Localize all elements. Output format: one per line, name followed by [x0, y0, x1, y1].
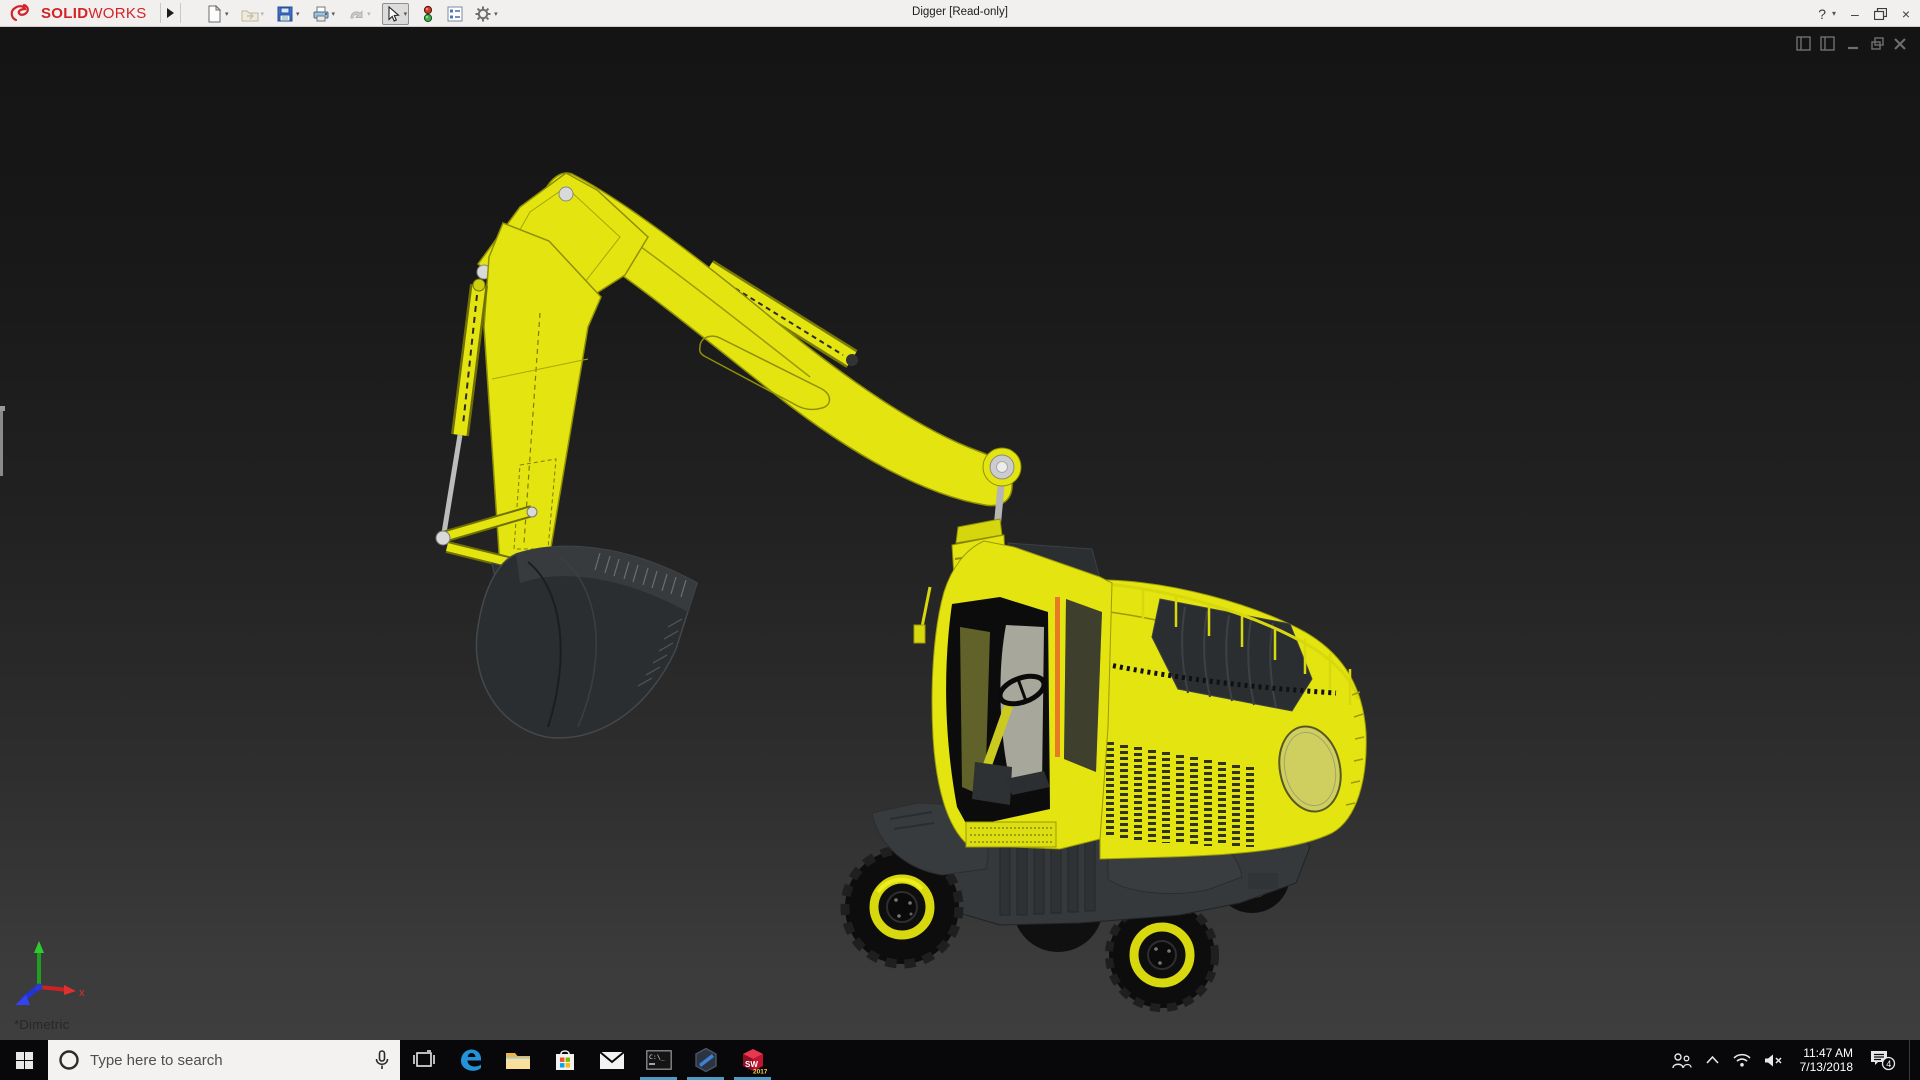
dipper-hydraulic-cylinder — [444, 279, 485, 533]
task-view-icon — [413, 1050, 435, 1070]
save-button[interactable]: ▾ — [275, 3, 301, 25]
command-prompt-button[interactable]: C:\_ — [635, 1040, 682, 1080]
wifi-icon[interactable] — [1733, 1053, 1751, 1067]
window-controls: ? ▾ – × — [1818, 0, 1910, 27]
rebuild-button[interactable] — [419, 3, 437, 25]
edge-browser-button[interactable] — [447, 1040, 494, 1080]
divider — [160, 3, 161, 23]
feature-pane-icon[interactable] — [1797, 37, 1810, 50]
notification-badge: 4 — [1886, 1059, 1891, 1069]
edge-icon — [458, 1047, 484, 1073]
properties-list-icon — [446, 5, 464, 23]
taskbar-search[interactable] — [48, 1040, 400, 1080]
search-input[interactable] — [90, 1052, 364, 1069]
new-document-icon — [205, 5, 223, 23]
view-orientation-label: *Dimetric — [14, 1017, 69, 1032]
folder-icon — [505, 1049, 531, 1071]
microsoft-store-button[interactable] — [541, 1040, 588, 1080]
toolbar-flyout[interactable] — [160, 0, 181, 26]
microphone-icon[interactable] — [374, 1050, 390, 1070]
mail-button[interactable] — [588, 1040, 635, 1080]
restore-button[interactable] — [1874, 8, 1887, 20]
hexagon-3d-app-button[interactable] — [682, 1040, 729, 1080]
flyout-expand-icon[interactable] — [167, 8, 174, 18]
open-folder-icon — [241, 5, 259, 23]
doc-close-icon[interactable] — [1895, 39, 1905, 49]
print-button[interactable]: ▾ — [311, 3, 337, 25]
windows-logo-icon — [16, 1052, 33, 1069]
divider — [180, 3, 181, 23]
taskbar-app-icons: C:\_ SW 2017 — [400, 1040, 776, 1080]
svg-text:2017: 2017 — [753, 1069, 767, 1075]
clock[interactable]: 11:47 AM 7/13/2018 — [1796, 1046, 1857, 1074]
save-floppy-icon — [276, 5, 294, 23]
title-bar: SOLIDWORKS ▾ ▾ ▾ — [0, 0, 1920, 27]
collapsed-panel-tab[interactable] — [0, 410, 3, 476]
system-tray: 11:47 AM 7/13/2018 4 — [1672, 1040, 1920, 1080]
feature-pane2-icon[interactable] — [1821, 37, 1834, 50]
orientation-triad: x — [6, 937, 96, 1012]
traffic-light-icon — [420, 5, 436, 23]
excavator-bucket — [476, 546, 697, 738]
hexagon-3d-app-icon — [693, 1047, 719, 1073]
undo-button[interactable]: ▾ — [346, 3, 372, 25]
cab-door-orange-strip — [1055, 597, 1060, 757]
file-explorer-button[interactable] — [494, 1040, 541, 1080]
printer-icon — [312, 5, 330, 23]
cortana-icon — [58, 1049, 80, 1071]
store-icon — [553, 1048, 577, 1072]
mail-icon — [599, 1051, 625, 1070]
start-button[interactable] — [0, 1040, 48, 1080]
solidworks-logo: SOLIDWORKS — [8, 3, 147, 23]
task-view-button[interactable] — [400, 1040, 447, 1080]
volume-muted-icon[interactable] — [1764, 1053, 1783, 1068]
close-button[interactable]: × — [1902, 6, 1910, 22]
command-prompt-icon: C:\_ — [646, 1050, 672, 1070]
minimize-button[interactable]: – — [1851, 6, 1859, 22]
help-dropdown-icon[interactable]: ▾ — [1832, 9, 1836, 18]
select-tool-button[interactable]: ▾ — [382, 3, 410, 25]
tray-time: 11:47 AM — [1800, 1046, 1853, 1060]
solidworks-2017-button[interactable]: SW 2017 — [729, 1040, 776, 1080]
excavator-cab — [914, 475, 1112, 849]
people-icon[interactable] — [1672, 1052, 1692, 1069]
select-cursor-icon — [384, 5, 402, 23]
gear-icon — [474, 5, 492, 23]
chevron-up-icon[interactable] — [1705, 1055, 1720, 1065]
windows-taskbar: C:\_ SW 2017 — [0, 1040, 1920, 1080]
solidworks-logo-mark — [8, 3, 38, 23]
document-window-controls — [1796, 35, 1908, 53]
settings-button[interactable]: ▾ — [473, 3, 499, 25]
open-button[interactable]: ▾ — [240, 3, 266, 25]
digger-model — [0, 27, 1920, 1040]
options-list-button[interactable] — [445, 3, 465, 25]
boom-pivot-pin — [983, 448, 1021, 486]
solidworks-logo-text: SOLIDWORKS — [41, 5, 147, 22]
show-desktop-button[interactable] — [1909, 1040, 1914, 1080]
new-document-button[interactable]: ▾ — [204, 3, 230, 25]
action-center-icon[interactable]: 4 — [1870, 1049, 1896, 1071]
doc-restore-icon[interactable] — [1872, 38, 1883, 49]
excavator-boom-arm — [436, 173, 1012, 738]
help-button[interactable]: ? — [1818, 6, 1826, 22]
tray-date: 7/13/2018 — [1800, 1060, 1853, 1074]
triad-x-label: x — [79, 987, 85, 999]
svg-text:C:\_: C:\_ — [649, 1053, 665, 1061]
graphics-viewport[interactable]: x *Dimetric — [0, 27, 1920, 1040]
main-toolbar: ▾ ▾ ▾ ▾ — [204, 1, 509, 26]
undo-arrow-icon — [347, 5, 365, 23]
solidworks-app-icon: SW 2017 — [739, 1046, 767, 1074]
